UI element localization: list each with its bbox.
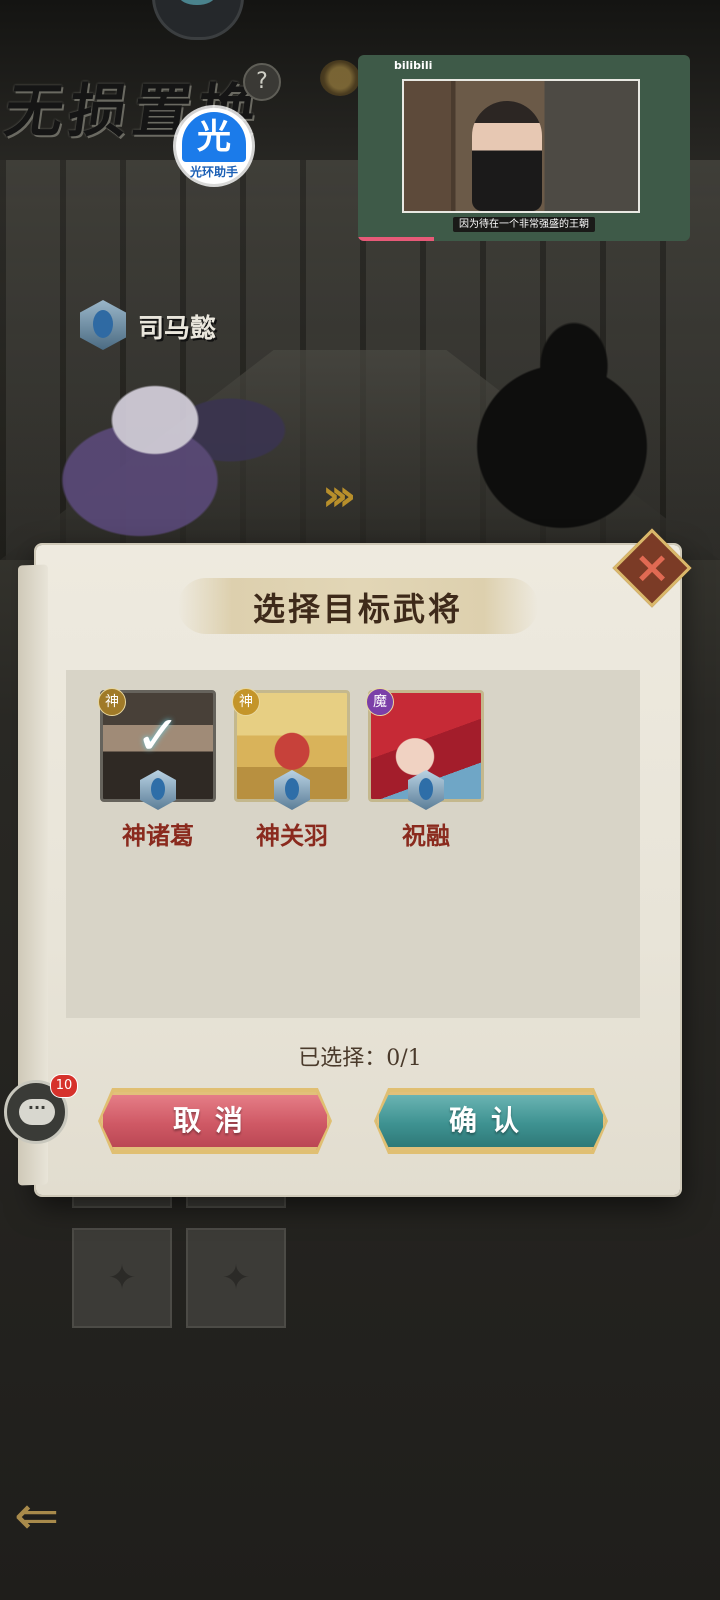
chat-unread-badge: 10 — [50, 1074, 78, 1098]
target-silhouette — [430, 320, 670, 550]
faction-tag: 魔 — [366, 688, 394, 716]
video-brand: bilibili — [394, 59, 433, 72]
video-person — [472, 101, 542, 211]
faction-tag: 神 — [232, 688, 260, 716]
assistant-label: 光环助手 — [189, 165, 238, 179]
candidate-name: 神诸葛 — [122, 821, 194, 850]
chat-bubble-icon: ··· — [19, 1099, 55, 1125]
swap-arrows-icon: ››› — [322, 470, 357, 521]
dialog-title: 选择目标武将 — [252, 590, 463, 628]
checkmark-icon: ✓ — [135, 704, 181, 767]
video-progress-bar[interactable] — [358, 237, 435, 241]
assistant-logo-icon: 光 — [182, 112, 246, 162]
video-overlay[interactable]: bilibili 因为待在一个非常强盛的王朝 — [358, 55, 690, 241]
candidate-name: 神关羽 — [256, 821, 328, 850]
question-icon[interactable]: ? — [243, 63, 281, 101]
assistant-floating-badge[interactable]: 光 光环助手 — [176, 108, 252, 184]
coin-icon — [320, 60, 360, 96]
video-subtitle: 因为待在一个非常强盛的王朝 — [358, 215, 690, 232]
candidate-name: 祝融 — [402, 821, 450, 850]
confirm-button[interactable]: 确认 — [376, 1092, 606, 1150]
empty-slot[interactable] — [72, 1228, 172, 1328]
empty-slot[interactable] — [186, 1228, 286, 1328]
hero-name: 司马懿 — [138, 314, 217, 344]
faction-tag: 神 — [98, 688, 126, 716]
cancel-button[interactable]: 取消 — [100, 1092, 330, 1150]
selected-count: 已选择：0/1 — [298, 1046, 422, 1071]
hero-figure — [20, 350, 320, 550]
back-arrow-icon[interactable]: ⇐ — [14, 1484, 59, 1547]
